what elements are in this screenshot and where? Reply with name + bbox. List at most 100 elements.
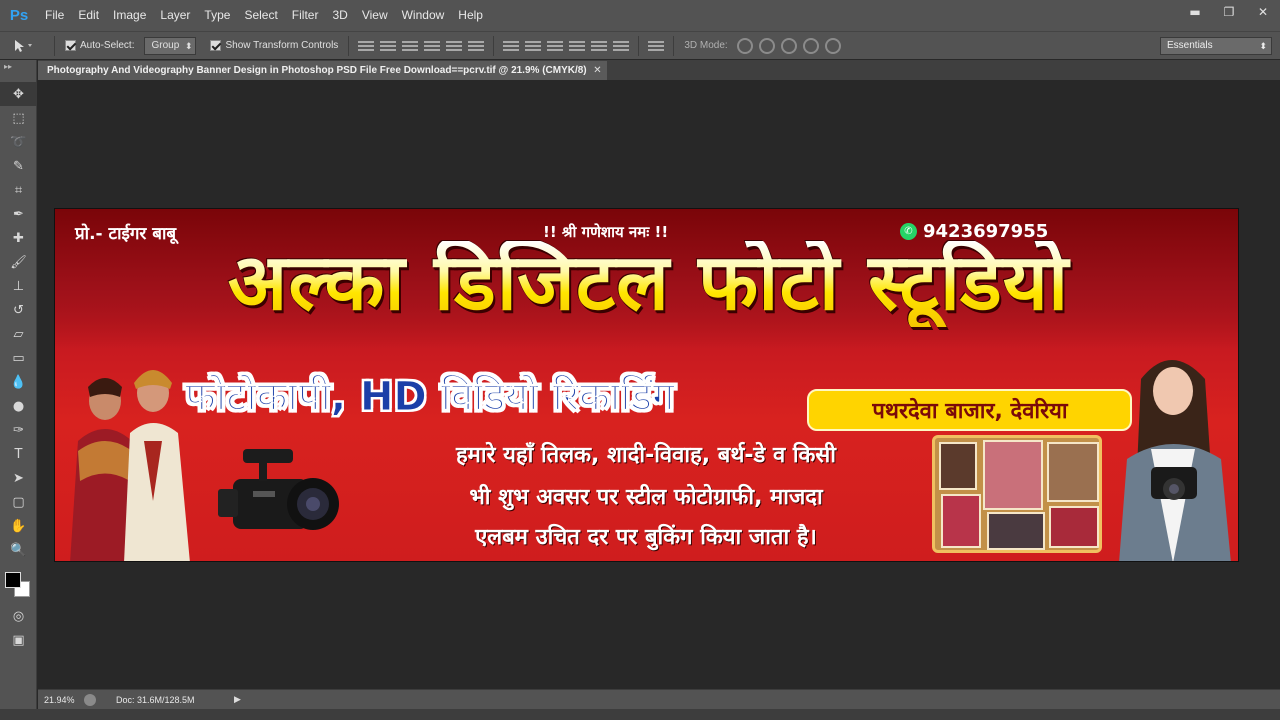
- menu-view[interactable]: View: [355, 0, 395, 31]
- auto-select-dropdown[interactable]: Group: [144, 36, 197, 55]
- 3d-rotate-icon[interactable]: [736, 37, 753, 54]
- distribute-vcenter-icon[interactable]: [525, 39, 542, 53]
- collage-photo: [1047, 442, 1099, 502]
- menu-select[interactable]: Select: [237, 0, 284, 31]
- 3d-slide-icon[interactable]: [802, 37, 819, 54]
- minimize-button[interactable]: ▬: [1178, 0, 1212, 24]
- restore-button[interactable]: ❐: [1212, 0, 1246, 24]
- document-tab[interactable]: Photography And Videography Banner Desig…: [38, 61, 607, 80]
- menu-layer[interactable]: Layer: [153, 0, 197, 31]
- screen-mode-icon[interactable]: ▣: [0, 628, 37, 652]
- separator: [673, 35, 675, 56]
- status-bar: 21.94% Doc: 31.6M/128.5M ▶: [38, 689, 1280, 709]
- eyedropper-icon[interactable]: ✒: [0, 202, 37, 226]
- marquee-icon[interactable]: ⬚: [0, 106, 37, 130]
- gradient-icon[interactable]: ▭: [0, 346, 37, 370]
- zoom-level[interactable]: 21.94%: [38, 695, 84, 705]
- align-bottom-icon[interactable]: [402, 39, 419, 53]
- shape-icon[interactable]: ▢: [0, 490, 37, 514]
- 3d-pan-icon[interactable]: [780, 37, 797, 54]
- align-right-icon[interactable]: [468, 39, 485, 53]
- type-icon[interactable]: T: [0, 442, 37, 466]
- distribute-hcenter-icon[interactable]: [591, 39, 608, 53]
- show-transform-checkbox[interactable]: [210, 40, 222, 51]
- color-swatches[interactable]: [0, 568, 37, 604]
- distribute-top-icon[interactable]: [503, 39, 520, 53]
- canvas-scroll-area[interactable]: [1254, 80, 1280, 689]
- separator: [493, 35, 495, 56]
- hand-icon[interactable]: ✋: [0, 514, 37, 538]
- crop-icon[interactable]: ⌗: [0, 178, 37, 202]
- menu-image[interactable]: Image: [106, 0, 153, 31]
- blur-icon[interactable]: 💧: [0, 370, 37, 394]
- collage-photo: [941, 494, 981, 548]
- separator: [348, 35, 350, 56]
- move-tool-preset-icon[interactable]: [0, 32, 48, 60]
- collage-photo: [987, 512, 1045, 550]
- 3d-roll-icon[interactable]: [758, 37, 775, 54]
- pen-icon[interactable]: ✑: [0, 418, 37, 442]
- photoshop-logo: Ps: [9, 7, 29, 24]
- auto-select-option[interactable]: Auto-Select:: [65, 40, 134, 51]
- tools-panel: ▸▸ ✥ ⬚ ➰ ✎ ⌗ ✒ ✚ 🖌 ⊥ ↺ ▱ ▭ 💧 ● ✑ T ➤ ▢ ✋…: [0, 60, 37, 720]
- document-size: Doc: 31.6M/128.5M: [116, 694, 195, 705]
- auto-select-label: Auto-Select:: [80, 40, 135, 51]
- close-window-button[interactable]: ✕: [1246, 0, 1280, 24]
- healing-icon[interactable]: ✚: [0, 226, 37, 250]
- status-menu-arrow-icon[interactable]: ▶: [234, 694, 241, 705]
- panel-collapse-icon[interactable]: ▸▸: [0, 60, 36, 82]
- align-hcenter-icon[interactable]: [446, 39, 463, 53]
- description-line-1: हमारे यहाँ तिलक, शादी-विवाह, बर्थ-डे व क…: [455, 443, 837, 468]
- eraser-icon[interactable]: ▱: [0, 322, 37, 346]
- wedding-couple-photo: [70, 370, 190, 561]
- collage-photo: [939, 442, 977, 490]
- location-text: पथरदेवा बाजार, देवरिया: [872, 399, 1068, 424]
- distribute-left-icon[interactable]: [569, 39, 586, 53]
- collage-photo: [1049, 506, 1099, 548]
- photographer-girl-photo: [1119, 360, 1231, 561]
- workspace-dropdown[interactable]: Essentials: [1160, 37, 1272, 55]
- menu-type[interactable]: Type: [197, 0, 237, 31]
- auto-align-icon[interactable]: [648, 39, 665, 53]
- align-left-icon[interactable]: [424, 39, 441, 53]
- menu-edit[interactable]: Edit: [71, 0, 106, 31]
- options-bar: Auto-Select: Group Show Transform Contro…: [0, 31, 1280, 59]
- 3d-mode-label: 3D Mode:: [684, 40, 728, 51]
- lasso-icon[interactable]: ➰: [0, 130, 37, 154]
- menu-help[interactable]: Help: [451, 0, 490, 31]
- brush-icon[interactable]: 🖌: [0, 250, 37, 274]
- foreground-color-swatch[interactable]: [5, 572, 21, 588]
- align-top-icon[interactable]: [358, 39, 375, 53]
- dodge-icon[interactable]: ●: [0, 394, 37, 418]
- separator: [54, 35, 55, 56]
- move-tool-icon[interactable]: ✥: [0, 82, 37, 106]
- studio-name-title: अल्का डिजिटल फोटो स्टूडियो: [71, 240, 1226, 327]
- distribute-right-icon[interactable]: [613, 39, 630, 53]
- menu-window[interactable]: Window: [395, 0, 452, 31]
- document-tab-bar: Photography And Videography Banner Desig…: [38, 60, 1280, 80]
- menu-filter[interactable]: Filter: [285, 0, 326, 31]
- auto-select-checkbox[interactable]: [65, 40, 76, 51]
- stamp-icon[interactable]: ⊥: [0, 274, 37, 298]
- zoom-icon[interactable]: 🔍: [0, 538, 37, 562]
- distribute-bottom-icon[interactable]: [547, 39, 564, 53]
- align-vcenter-icon[interactable]: [380, 39, 397, 53]
- menu-3d[interactable]: 3D: [325, 0, 354, 31]
- collage-photo: [983, 440, 1043, 510]
- photo-collage: [932, 435, 1102, 553]
- bottom-strip: [0, 709, 1280, 720]
- show-transform-label: Show Transform Controls: [225, 40, 339, 51]
- quick-select-icon[interactable]: ✎: [0, 154, 37, 178]
- path-select-icon[interactable]: ➤: [0, 466, 37, 490]
- 3d-scale-icon[interactable]: [824, 37, 841, 54]
- history-brush-icon[interactable]: ↺: [0, 298, 37, 322]
- quick-mask-icon[interactable]: ◎: [0, 604, 37, 628]
- photoshop-window: Ps File Edit Image Layer Type Select Fil…: [0, 0, 1280, 720]
- close-document-icon[interactable]: ✕: [593, 61, 601, 80]
- window-controls: ▬ ❐ ✕: [1178, 0, 1280, 24]
- menu-file[interactable]: File: [38, 0, 71, 31]
- banner-artwork[interactable]: प्रो.- टाईगर बाबू !! श्री गणेशाय नमः !! …: [54, 208, 1239, 562]
- services-text: फोटोकापी, HD विडियो रिकार्डिंग: [185, 374, 676, 421]
- status-info-icon[interactable]: [84, 693, 96, 706]
- show-transform-option[interactable]: Show Transform Controls: [210, 40, 338, 51]
